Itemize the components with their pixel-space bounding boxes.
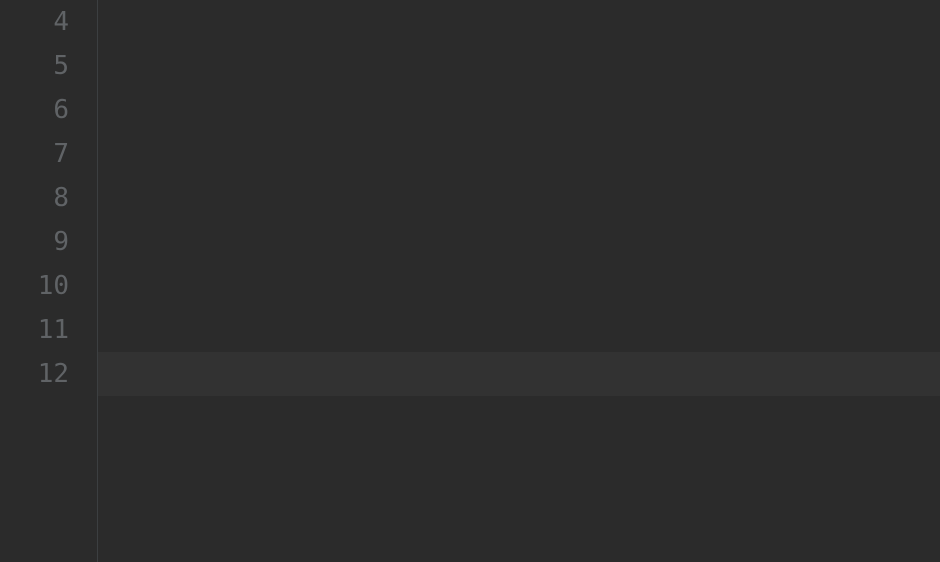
line-number: 12 <box>0 352 69 396</box>
line-number: 8 <box>0 176 69 220</box>
code-area[interactable]: public class Product<GenericType> where … <box>98 0 940 562</box>
line-number: 11 <box>0 308 69 352</box>
code-line[interactable] <box>98 220 940 264</box>
code-line[interactable] <box>98 88 940 132</box>
line-number: 5 <box>0 44 69 88</box>
code-line-current[interactable] <box>98 352 940 396</box>
line-number: 9 <box>0 220 69 264</box>
line-number: 6 <box>0 88 69 132</box>
code-editor[interactable]: 4 5 6 7 8 9 10 11 12 public class Produc… <box>0 0 940 562</box>
code-line[interactable] <box>98 484 940 528</box>
line-number-gutter: 4 5 6 7 8 9 10 11 12 <box>0 0 98 562</box>
line-number: 10 <box>0 264 69 308</box>
line-number: 4 <box>0 0 69 44</box>
line-number: 7 <box>0 132 69 176</box>
